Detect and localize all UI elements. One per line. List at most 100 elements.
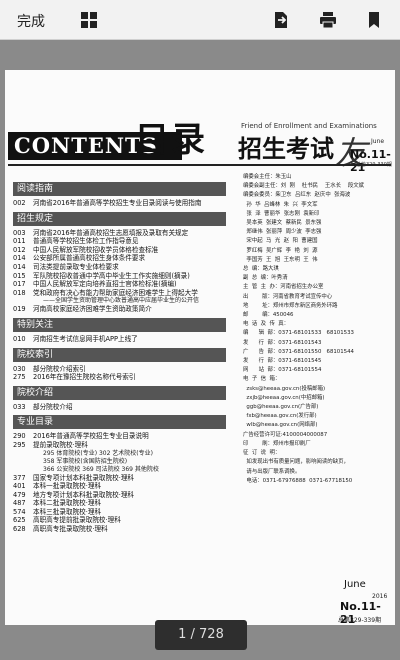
masthead-line: 罗红梅 吴广辉 李 艳 刘 源: [243, 247, 318, 254]
toc-item: 033 部分院校介绍: [13, 403, 226, 412]
toc-page-number: 017: [13, 280, 26, 289]
toc-page-number: 030: [13, 364, 26, 373]
toc-page-number: 014: [13, 262, 26, 271]
masthead-line: 副 总 编：叶秀清: [243, 275, 288, 282]
toc-title: 地方专项计划本科批录取院校·理科: [33, 490, 135, 499]
toc-title: 高职高专提前批录取院校·理科: [33, 516, 121, 525]
toc-item: 290 2016年普通高等学校招生专业目录说明: [13, 432, 226, 441]
masthead-line: 宋中起 马 光 赵 阳 曹建国: [243, 238, 318, 245]
masthead-line: 请与出版厂联系调换。: [243, 468, 301, 475]
toc-item: 003 河南省2016年普通高校招生志愿填报及录取有关规定: [13, 229, 226, 238]
toc-page-number: 295: [13, 440, 26, 449]
toc-title: 河南高校家庭经济困难学生资助政策简介: [33, 305, 152, 314]
month-small: June: [371, 138, 385, 145]
section-header: 院校索引: [13, 347, 226, 362]
header-divider: [8, 164, 391, 166]
toc-page-number: 377: [13, 473, 26, 482]
bookmark-icon[interactable]: [364, 10, 384, 30]
toc-title: 司法类提前录取专业体检要求: [33, 262, 119, 271]
masthead-line: 地 址：郑州市郑东新区商务外环路: [243, 302, 338, 309]
masthead-line: zxjb@heeaa.gov.cn(中招邮箱): [243, 394, 325, 401]
toc-title: 提前录取院校·理科: [33, 440, 88, 449]
toc-page-number: 487: [13, 499, 26, 508]
toc-title: 部分院校介绍索引: [33, 364, 86, 373]
masthead-line: 发 行 部：0371-68101543: [243, 339, 322, 346]
toc-subitem: 358 军事院校(含国防招生院校): [43, 457, 128, 465]
section-header: 专业目录: [13, 415, 226, 430]
masthead-line: 印 刷：郑州市报印刷厂: [243, 440, 311, 447]
toc-item: 011 普通高等学校招生体检工作指导意见: [13, 237, 226, 246]
share-icon[interactable]: [271, 10, 291, 30]
toc-item: 019 河南高校家庭经济困难学生资助政策简介: [13, 305, 226, 314]
masthead-line: 编委会委员：柴卫东 吕红东 赵庆中 张海波: [243, 192, 351, 199]
toc-page-number: 018: [13, 288, 26, 297]
print-icon[interactable]: [318, 10, 338, 30]
toc-page-number: 014: [13, 254, 26, 263]
toc-title: 公安部所属普通高校招生身体条件要求: [33, 254, 146, 263]
table-of-contents: 阅读指南 002 河南省2016年普通高等学校招生专业目录阅读与使用指南 招生规定 00…: [13, 178, 226, 534]
masthead-line: 吴本英 张建文 蔡新民 景东强: [243, 220, 322, 227]
toc-item: 010 河南招生考试信息网手机APP上线了: [13, 335, 226, 344]
masthead-line: 电 子 信 箱：: [243, 376, 281, 383]
toc-title: 河南招生考试信息网手机APP上线了: [33, 334, 138, 343]
toc-subitem: 366 公安院校 369 司法院校 369 其他院校: [43, 465, 159, 473]
toc-item: 002 河南省2016年普通高等学校招生专业目录阅读与使用指南: [13, 199, 226, 208]
grid-icon[interactable]: [79, 10, 99, 30]
toc-page-number: 003: [13, 228, 26, 237]
masthead-line: 郑继伟 张丽萍 周少波 李志强: [243, 229, 322, 236]
page-indicator: 1 / 728: [155, 620, 247, 650]
masthead: 编委会主任：朱玉山 编委会副主任：刘 刚 杜书民 王水长 段文斌 编委会委员：柴卫东…: [243, 173, 391, 486]
masthead-line: 发 行 部：0371-68101545: [243, 358, 322, 365]
toc-page-number: 574: [13, 507, 26, 516]
masthead-line: 网 站 部：0371-68101554: [243, 367, 322, 374]
masthead-line: fxb@heeaa.gov.cn(发行部): [243, 413, 317, 420]
masthead-line: wlb@heeaa.gov.cn(网络部): [243, 422, 318, 429]
toc-item: 401 本科一批录取院校·理科: [13, 482, 226, 491]
toc-item: 377 国家专项计划本科批录取院校·理科: [13, 474, 226, 483]
toc-title: 河南省2016年普通高校招生志愿填报及录取有关规定: [33, 228, 189, 237]
toc-title: 部分院校介绍: [33, 402, 73, 411]
toc-item: 014 公安部所属普通高校招生身体条件要求: [13, 254, 226, 263]
mulu-label: 目录: [135, 120, 207, 160]
masthead-line: 征 订 说 明：: [243, 450, 281, 457]
toc-page-number: 625: [13, 516, 26, 525]
toc-item: 015 军队院校招收普通中学高中毕业生工作实施细则(摘录): [13, 272, 226, 281]
toc-item: 628 高职高专批录取院校·理科: [13, 525, 226, 534]
masthead-line: 编委会主任：朱玉山: [243, 174, 292, 180]
toc-page-number: 002: [13, 199, 26, 207]
section-header: 特别关注: [13, 317, 226, 332]
toc-item: 017 中国人民解放军定向培养直招士官体检标准(摘编): [13, 280, 226, 289]
toc-page-number: 033: [13, 402, 26, 411]
toc-page-number: 479: [13, 490, 26, 499]
toc-item: 014 司法类提前录取专业体检要求: [13, 263, 226, 272]
footer-total: 总第329-339期: [338, 617, 382, 624]
toc-title: 2016年在豫招生院校名称代号索引: [33, 373, 136, 382]
masthead-line: 如发现出书有质量问题，影响阅读的缺页，: [243, 459, 349, 466]
toc-page-number: 275: [13, 373, 26, 382]
toc-item: 275 2016年在豫招生院校名称代号索引: [13, 373, 226, 382]
toc-item: 295 提前录取院校·理科: [13, 441, 226, 450]
toc-title: 中国人民解放军定向培养直招士官体检标准(摘编): [33, 280, 177, 289]
toc-page-number: 628: [13, 525, 26, 534]
toc-item: 030 部分院校介绍索引: [13, 365, 226, 374]
masthead-line: 邮 编：450046: [243, 312, 294, 319]
toc-title: 军队院校招收普通中学高中毕业生工作实施细则(摘录): [33, 271, 190, 280]
done-button[interactable]: 完成: [17, 11, 45, 31]
masthead-line: ggb@heeaa.gov.cn(广告部): [243, 404, 319, 411]
section-header: 院校介绍: [13, 385, 226, 400]
toc-page-number: 010: [13, 334, 26, 343]
magazine-page[interactable]: CONTENTS 目录 Friend of Enrollment and Exa…: [5, 70, 395, 625]
toc-item: 479 地方专项计划本科批录取院校·理科: [13, 491, 226, 500]
toc-page-number: 401: [13, 482, 26, 491]
top-toolbar: 完成: [0, 0, 400, 40]
masthead-line: 李国芳 王 旭 王东明 王 伟: [243, 256, 318, 263]
masthead-line: 电话：0371-67976888 0371-67718150: [243, 477, 353, 484]
toc-title: 本科二批录取院校·理科: [33, 499, 102, 508]
masthead-line: zsks@heeaa.gov.cn(投稿邮箱): [243, 385, 326, 392]
masthead-line: 总 编：路大琪: [243, 266, 279, 273]
footer-year: 2016: [372, 593, 388, 600]
masthead-line: 孙 华 吕峰林 朱 兴 李文军: [243, 201, 318, 208]
masthead-line: 编 辑 部：0371-68101533 68101533: [243, 330, 354, 337]
toc-page-number: 015: [13, 271, 26, 280]
toc-title: 国家专项计划本科批录取院校·理科: [33, 473, 135, 482]
